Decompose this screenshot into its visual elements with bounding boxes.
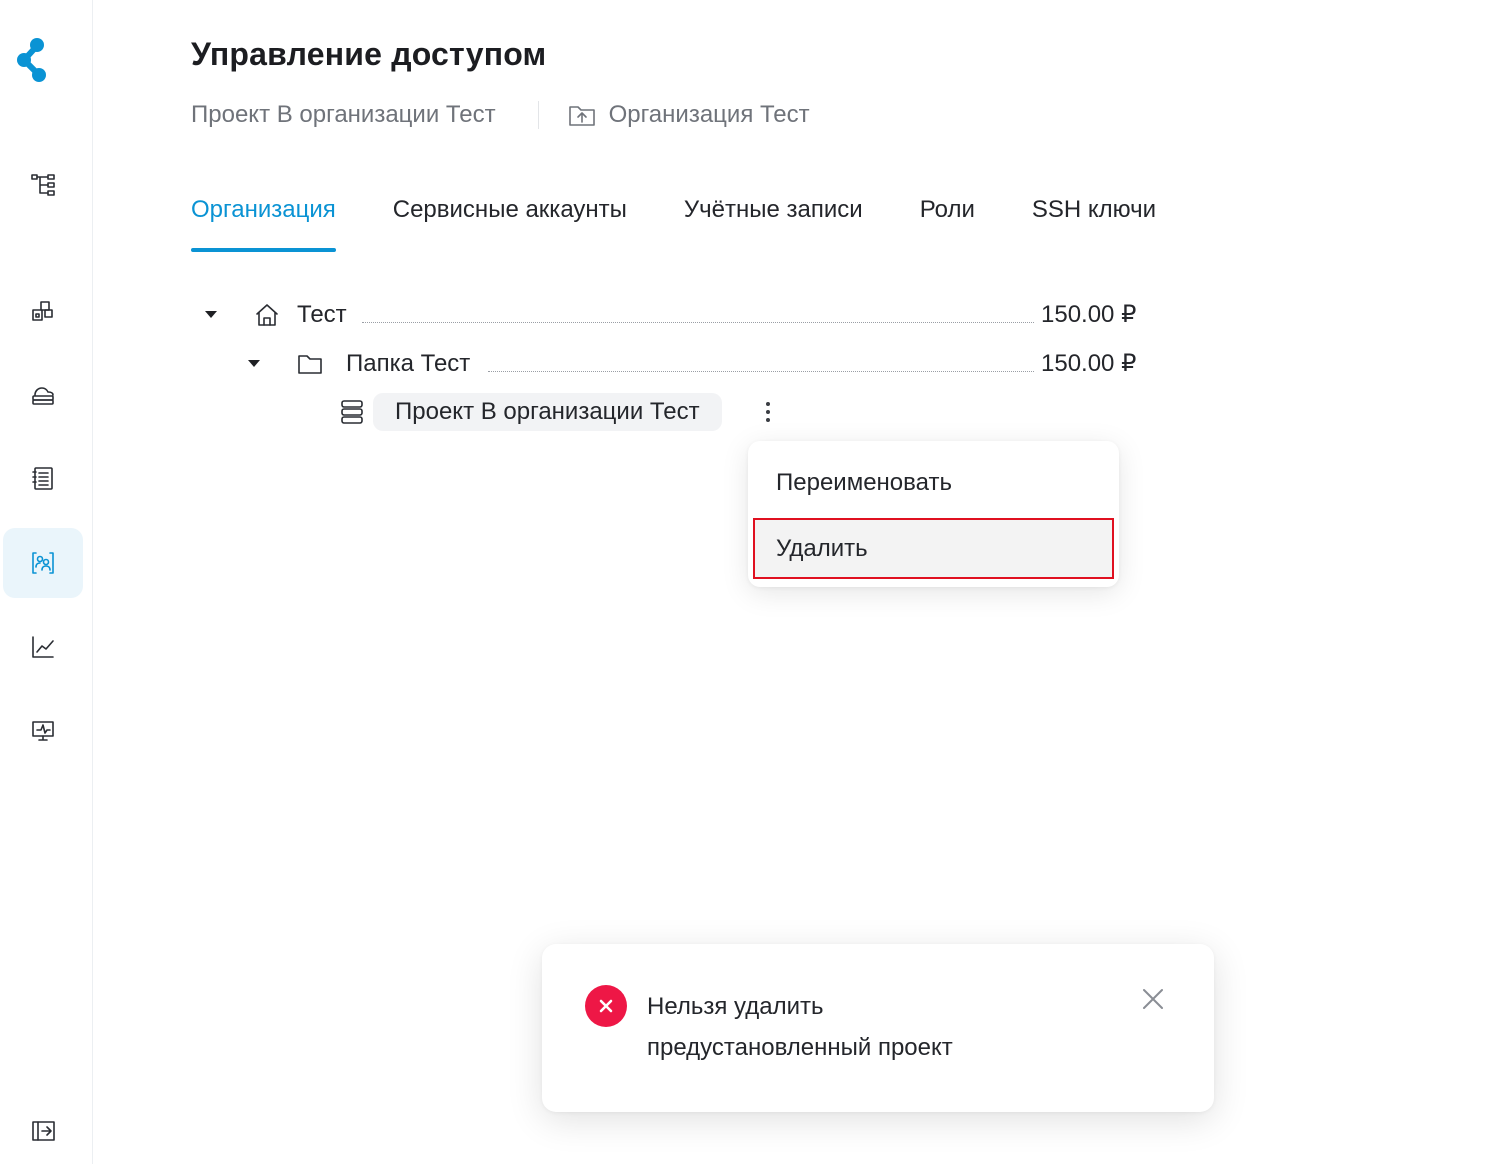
sidebar-item-analytics[interactable] [3,612,83,682]
document-list-icon [32,467,53,490]
tab-organization[interactable]: Организация [191,196,336,252]
org-price: 150.00 ₽ [1041,301,1137,328]
tree-org-label: Тест [297,301,347,328]
menu-item-delete[interactable]: Удалить [753,518,1114,579]
folder-leader-dots [488,371,1034,372]
chart-line-icon [32,636,54,658]
hierarchy-icon [31,174,55,196]
expand-sidebar-button[interactable] [3,1096,83,1164]
monitor-pulse-icon [32,721,54,741]
page-title: Управление доступом [191,36,547,72]
breadcrumb-project[interactable]: Проект В организации Тест [191,101,496,129]
tab-ssh-keys[interactable]: SSH ключи [1032,196,1156,252]
sidebar-item-monitoring[interactable] [3,695,83,765]
sidebar-item-access[interactable] [3,528,83,598]
toast-message-line1: Нельзя удалить [647,993,824,1020]
error-toast: Нельзя удалить предустановленный проект [542,944,1214,1112]
project-actions-button[interactable] [760,398,776,426]
tree-folder-row[interactable]: Папка Тест [296,344,470,384]
tree-project-item[interactable]: Проект В организации Тест [373,393,722,431]
tabs: Организация Сервисные аккаунты Учётные з… [191,196,1213,252]
menu-item-rename[interactable]: Переименовать [748,453,1119,513]
close-icon [1143,989,1163,1009]
ripple-logo-icon[interactable] [15,36,55,84]
breadcrumb-divider [537,101,539,129]
server-stack-icon [339,398,365,426]
cubes-icon [32,301,53,321]
folder-upload-icon [568,106,595,126]
tree-folder-label: Папка Тест [346,350,471,377]
breadcrumb-org-label: Организация Тест [608,101,810,128]
more-dot [766,410,770,414]
tab-roles[interactable]: Роли [920,196,975,252]
context-menu: Переименовать Удалить [748,441,1119,587]
folder-price: 150.00 ₽ [1041,350,1137,377]
sidebar-item-hierarchy[interactable] [3,150,83,220]
more-vertical-icon [766,402,770,406]
tree-org-row[interactable]: Тест [253,295,347,335]
sidebar-item-documents[interactable] [3,443,83,513]
access-users-icon [32,552,54,574]
tab-accounts[interactable]: Учётные записи [684,196,863,252]
breadcrumb-org[interactable]: Организация Тест [567,101,810,129]
sidebar [0,0,93,1164]
home-icon [253,301,281,329]
toast-message: Нельзя удалить предустановленный проект [647,986,1067,1068]
toast-close-button[interactable] [1140,986,1166,1012]
folder-icon [296,350,324,378]
expand-sidebar-icon [32,1121,55,1141]
breadcrumb: Проект В организации Тест Организация Те… [191,101,810,129]
folder-collapse-toggle[interactable] [248,360,260,367]
sidebar-item-storage[interactable] [3,360,83,430]
org-leader-dots [362,322,1034,323]
cloud-storage-icon [32,387,54,405]
more-dot [766,418,770,422]
org-collapse-toggle[interactable] [205,311,217,318]
tab-service-accounts[interactable]: Сервисные аккаунты [393,196,627,252]
sidebar-item-resources[interactable] [3,276,83,346]
toast-message-line2: предустановленный проект [647,1034,953,1061]
error-x-icon [585,985,627,1027]
